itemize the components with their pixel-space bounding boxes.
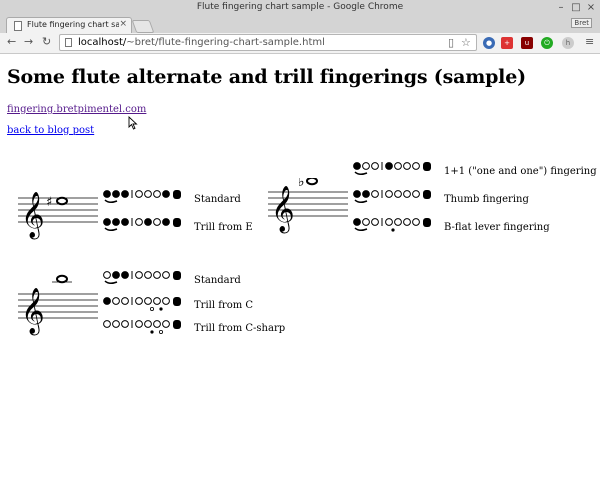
extension-globe-icon[interactable]: ● [483, 37, 495, 49]
svg-text:♯: ♯ [46, 195, 52, 210]
close-window-icon[interactable]: × [584, 1, 598, 15]
fingering-label: Standard [194, 194, 241, 205]
minimize-icon[interactable]: – [554, 1, 568, 15]
staff-f-sharp: 𝄞 ♯ [18, 192, 98, 240]
maximize-icon[interactable]: □ [569, 1, 583, 15]
extension-plus-icon[interactable]: + [501, 37, 513, 49]
tab-close-icon[interactable]: × [119, 19, 127, 29]
fingering-label: Trill from E [194, 222, 253, 233]
window-title: Flute fingering chart sample - Google Ch… [196, 2, 404, 12]
window-titlebar: Flute fingering chart sample - Google Ch… [0, 0, 600, 18]
ublock-icon[interactable]: u [521, 37, 533, 49]
fingering-label: 1+1 ("one and one") fingering [444, 166, 597, 177]
fingering-label: Thumb fingering [444, 194, 529, 205]
url-text[interactable]: localhost/~bret/flute-fingering-chart-sa… [78, 37, 325, 48]
page-content: Some flute alternate and trill fingering… [0, 54, 600, 480]
bookmark-star-icon[interactable]: ☆ [461, 36, 471, 49]
mouse-cursor-icon [128, 116, 138, 130]
fingering-diagram [103, 190, 181, 204]
back-to-blog-link[interactable]: back to blog post [7, 125, 94, 136]
fingering-diagram [103, 320, 181, 334]
fingering-label: B-flat lever fingering [444, 222, 550, 233]
profile-button[interactable]: Bret [571, 18, 592, 28]
svg-text:𝄞: 𝄞 [21, 288, 45, 336]
fingering-label: Standard [194, 275, 241, 286]
fingering-diagram [103, 297, 181, 311]
forward-icon[interactable]: → [24, 36, 33, 48]
page-icon [14, 21, 22, 31]
page-info-icon[interactable] [65, 38, 72, 47]
url-host: localhost/ [78, 37, 127, 48]
fingering-diagram [103, 218, 181, 232]
fingering-label: Trill from C-sharp [194, 323, 286, 334]
address-bar[interactable]: localhost/~bret/flute-fingering-chart-sa… [59, 34, 477, 51]
menu-icon[interactable]: ≡ [585, 36, 594, 48]
fingering-label: Trill from C [194, 300, 254, 311]
extension-power-icon[interactable]: ⏻ [541, 37, 553, 49]
page-heading: Some flute alternate and trill fingering… [7, 66, 526, 88]
reader-icon[interactable]: ▯ [448, 36, 454, 49]
new-tab-button[interactable] [131, 20, 155, 33]
fingering-diagram [353, 218, 431, 232]
fingering-diagram [103, 271, 181, 285]
url-path: ~bret/flute-fingering-chart-sample.html [126, 37, 325, 48]
svg-text:♭: ♭ [298, 178, 305, 190]
reload-icon[interactable]: ↻ [42, 36, 51, 48]
tab-strip: Flute fingering chart sam × Bret [0, 17, 600, 34]
staff-b-flat: 𝄞 ♭ [268, 178, 348, 234]
tab-active[interactable]: Flute fingering chart sam × [6, 17, 132, 34]
svg-text:𝄞: 𝄞 [21, 192, 45, 240]
fingering-diagram [353, 162, 431, 176]
fingering-diagram [353, 190, 431, 204]
staff-high-d: 𝄞 [18, 274, 98, 336]
extension-h-icon[interactable]: h [562, 37, 574, 49]
tab-title: Flute fingering chart sam [27, 20, 119, 29]
svg-text:𝄞: 𝄞 [271, 186, 295, 234]
back-icon[interactable]: ← [7, 36, 16, 48]
site-link[interactable]: fingering.bretpimentel.com [7, 104, 146, 115]
